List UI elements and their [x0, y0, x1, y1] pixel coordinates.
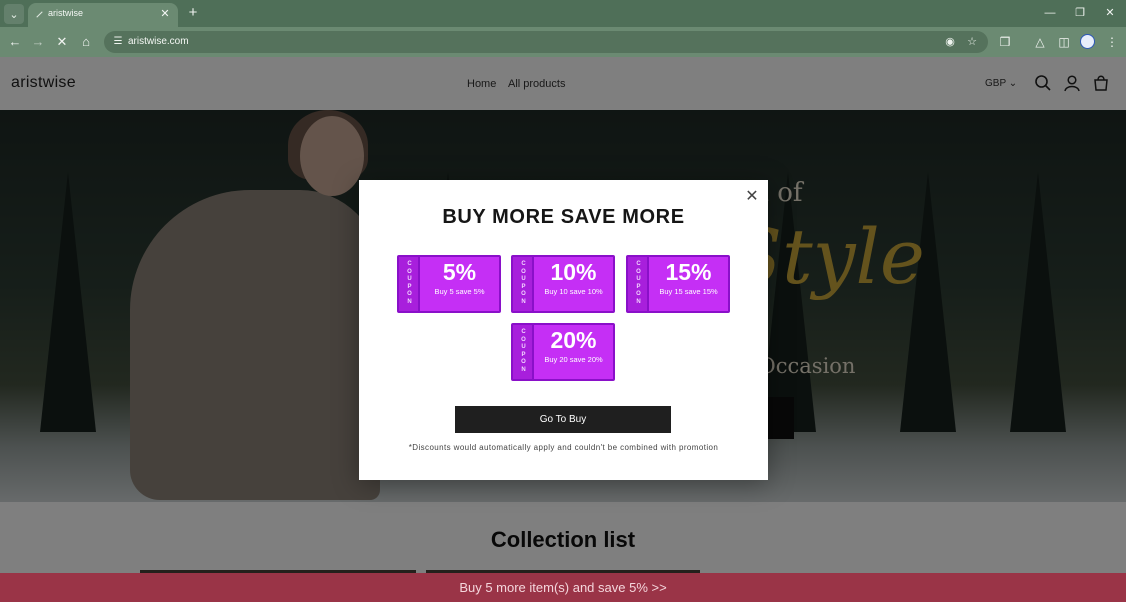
new-tab-icon[interactable]: + [184, 4, 202, 22]
coupon-percent: 20% [550, 327, 597, 353]
coupon-stub: COUPON [628, 257, 649, 311]
bookmark-star-icon[interactable]: ☆ [964, 34, 980, 50]
address-bar[interactable]: ☰ aristwise.com ◉ ☆ [104, 31, 988, 53]
url-text: aristwise.com [128, 36, 189, 47]
side-panel-icon[interactable]: ◫ [1055, 33, 1073, 51]
browser-menu-icon[interactable]: ⋮ [1103, 33, 1121, 51]
profile-avatar-icon[interactable] [1080, 34, 1095, 49]
coupon-percent: 15% [665, 259, 712, 285]
promo-bar[interactable]: Buy 5 more item(s) and save 5% >> [0, 573, 1126, 602]
coupon-15[interactable]: COUPON 15% Buy 15 save 15% [626, 255, 730, 313]
coupon-20[interactable]: COUPON 20% Buy 20 save 20% [511, 323, 615, 381]
restore-icon[interactable]: ❐ [1072, 5, 1088, 21]
window-close-icon[interactable]: ✕ [1102, 5, 1118, 21]
coupon-description: Buy 20 save 20% [544, 355, 603, 364]
promo-bar-text: Buy 5 more item(s) and save 5% >> [459, 580, 667, 595]
discount-note: *Discounts would automatically apply and… [408, 443, 719, 452]
browser-tab[interactable]: aristwise ✕ [28, 3, 178, 27]
site-info-icon[interactable]: ☰ [110, 34, 126, 50]
extensions-icon[interactable]: ❒ [996, 33, 1014, 51]
promo-modal: ✕ BUY MORE SAVE MORE COUPON 5% Buy 5 sav… [359, 180, 768, 480]
coupon-10[interactable]: COUPON 10% Buy 10 save 10% [511, 255, 615, 313]
stop-loading-icon[interactable]: ✕ [53, 33, 71, 51]
coupon-stub: COUPON [513, 257, 534, 311]
tab-close-icon[interactable]: ✕ [158, 7, 172, 21]
coupon-percent: 10% [550, 259, 597, 285]
home-icon[interactable]: ⌂ [77, 33, 95, 51]
modal-title: BUY MORE SAVE MORE [442, 206, 685, 228]
coupon-word: COUPON [407, 261, 412, 305]
coupon-word: COUPON [636, 261, 641, 305]
go-to-buy-button[interactable]: Go To Buy [455, 406, 671, 433]
labs-flask-icon[interactable]: △ [1031, 33, 1049, 51]
coupon-5[interactable]: COUPON 5% Buy 5 save 5% [397, 255, 501, 313]
coupon-description: Buy 5 save 5% [434, 287, 485, 296]
tab-search-icon[interactable]: ⌄ [4, 4, 24, 24]
browser-tab-strip: ⌄ aristwise ✕ + — ❐ ✕ [0, 0, 1126, 27]
eye-off-icon[interactable]: ◉ [942, 34, 958, 50]
loading-favicon-icon [36, 11, 43, 18]
coupon-description: Buy 15 save 15% [659, 287, 718, 296]
coupon-percent: 5% [442, 259, 477, 285]
browser-toolbar: ← → ✕ ⌂ ☰ aristwise.com ◉ ☆ ❒ △ ◫ ⋮ [0, 27, 1126, 57]
forward-icon[interactable]: → [29, 33, 47, 51]
coupon-word: COUPON [521, 329, 526, 373]
back-icon[interactable]: ← [6, 33, 24, 51]
coupon-description: Buy 10 save 10% [544, 287, 603, 296]
coupon-stub: COUPON [399, 257, 420, 311]
tab-title: aristwise [48, 8, 84, 18]
coupon-word: COUPON [521, 261, 526, 305]
coupon-stub: COUPON [513, 325, 534, 379]
minimize-icon[interactable]: — [1042, 5, 1058, 21]
close-icon[interactable]: ✕ [744, 189, 760, 205]
